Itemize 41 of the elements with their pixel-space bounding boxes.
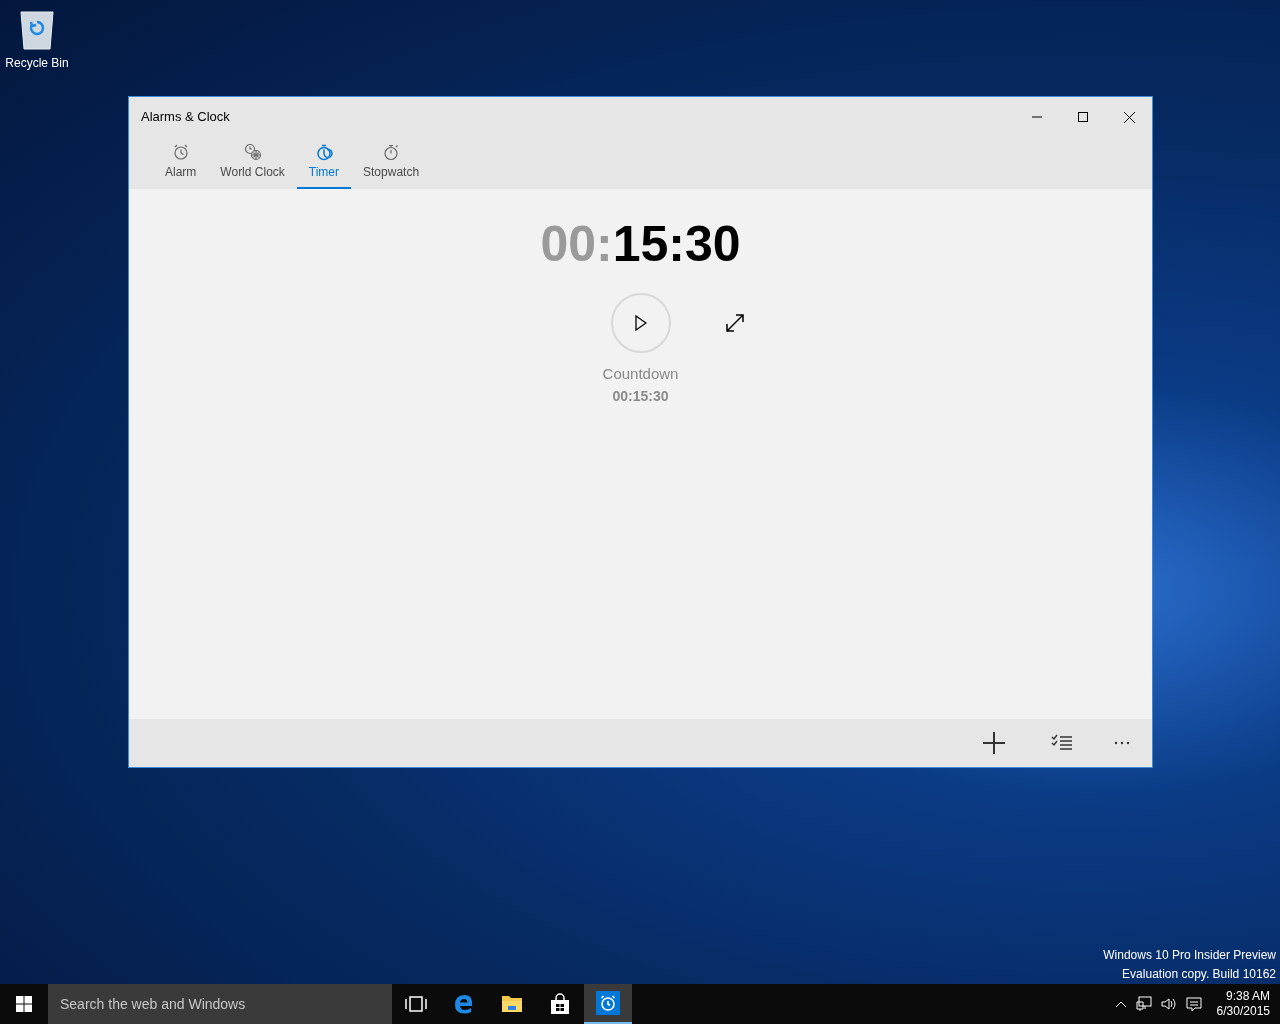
network-icon[interactable]	[1135, 996, 1152, 1012]
more-icon	[1114, 741, 1130, 745]
clock-globe-icon	[243, 143, 262, 161]
task-view-icon	[405, 996, 427, 1012]
timer-digits: 00	[540, 219, 597, 269]
window-title: Alarms & Clock	[141, 108, 230, 127]
tab[interactable]: Timer	[296, 137, 352, 189]
notification-icon[interactable]	[1185, 996, 1202, 1012]
timer-digits: :	[596, 219, 613, 269]
timer-digits: 30	[684, 219, 741, 269]
windows-logo-icon	[16, 996, 32, 1012]
alarm-clock-icon	[171, 143, 190, 161]
tab[interactable]: World Clock	[208, 137, 297, 189]
evaluation-notice: Evaluation copy. Build 10162	[1122, 966, 1276, 983]
shopping-bag-icon	[550, 993, 570, 1015]
timer-duration: 00:15:30	[612, 386, 669, 406]
tab[interactable]: Stopwatch	[351, 137, 432, 189]
taskbar-app-button[interactable]	[584, 984, 632, 1024]
stopwatch-icon	[382, 143, 401, 161]
tab[interactable]: Alarm	[153, 137, 209, 189]
timer-digits: 15	[612, 219, 669, 269]
timer-name: Countdown	[602, 364, 679, 384]
expand-icon	[724, 313, 745, 333]
maximize-icon	[1078, 112, 1088, 122]
speaker-icon[interactable]	[1160, 996, 1177, 1012]
minimize-icon	[1032, 116, 1042, 118]
close-icon	[1123, 111, 1135, 123]
search-field[interactable]: Search the web and Windows	[48, 984, 392, 1024]
alarm-clock-icon	[596, 991, 620, 1015]
folder-icon	[501, 994, 523, 1014]
play-icon	[634, 315, 647, 331]
checklist-icon	[1051, 734, 1073, 752]
evaluation-notice: Windows 10 Pro Insider Preview	[1103, 947, 1276, 964]
browser-e-icon	[453, 993, 475, 1015]
timer-digits: :	[668, 219, 685, 269]
chevron-up-icon[interactable]	[1114, 1000, 1127, 1008]
plus-icon	[983, 732, 1005, 754]
timer-icon	[314, 143, 333, 161]
desktop-icon-label[interactable]: Recycle Bin	[5, 54, 69, 72]
trash-bin-icon[interactable]	[18, 8, 56, 50]
clock[interactable]: 9:38 AM 6/30/2015	[1216, 989, 1270, 1019]
